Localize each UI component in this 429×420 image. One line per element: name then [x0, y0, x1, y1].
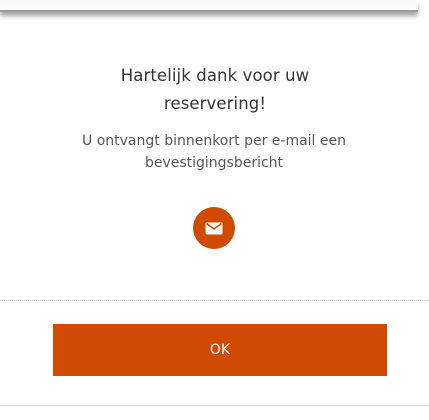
ok-button[interactable]: OK: [53, 324, 387, 376]
dialog-message-line-1: U ontvangt binnenkort per e-mail een: [82, 133, 346, 149]
confirmation-page: Hartelijk dank voor uw reservering! U on…: [0, 0, 429, 420]
envelope-icon: [193, 207, 235, 249]
dialog-title-line-2: reservering!: [163, 94, 267, 113]
confirmation-dialog: Hartelijk dank voor uw reservering! U on…: [0, 12, 429, 404]
dialog-message-line-2: bevestigingsbericht: [144, 155, 284, 171]
dialog-title: Hartelijk dank voor uw reservering!: [80, 62, 350, 118]
bottom-border-line: [0, 405, 429, 406]
envelope-icon-glyph: [205, 222, 223, 234]
dialog-message: U ontvangt binnenkort per e-mail een bev…: [46, 130, 382, 174]
dialog-title-line-1: Hartelijk dank voor uw: [120, 66, 310, 85]
dotted-divider: [0, 300, 429, 301]
top-shadow-edge: [0, 0, 418, 12]
